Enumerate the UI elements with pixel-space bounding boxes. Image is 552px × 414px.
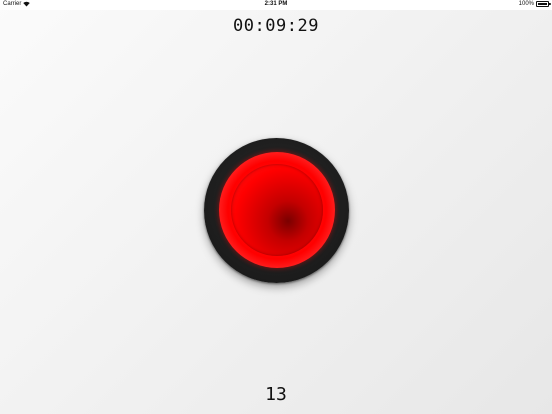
battery-percent: 100% [518, 1, 534, 7]
record-icon [219, 152, 335, 268]
status-bar: Carrier 2:31 PM 100% [0, 0, 552, 10]
elapsed-timer: 00:09:29 [233, 16, 319, 36]
recording-counter: 13 [265, 384, 287, 405]
status-right: 100% [518, 1, 551, 7]
record-button[interactable] [204, 138, 349, 283]
battery-icon [536, 1, 551, 7]
battery-fill [538, 3, 547, 5]
record-core [231, 164, 323, 256]
status-time: 2:31 PM [264, 1, 288, 7]
battery-nub [549, 3, 551, 5]
